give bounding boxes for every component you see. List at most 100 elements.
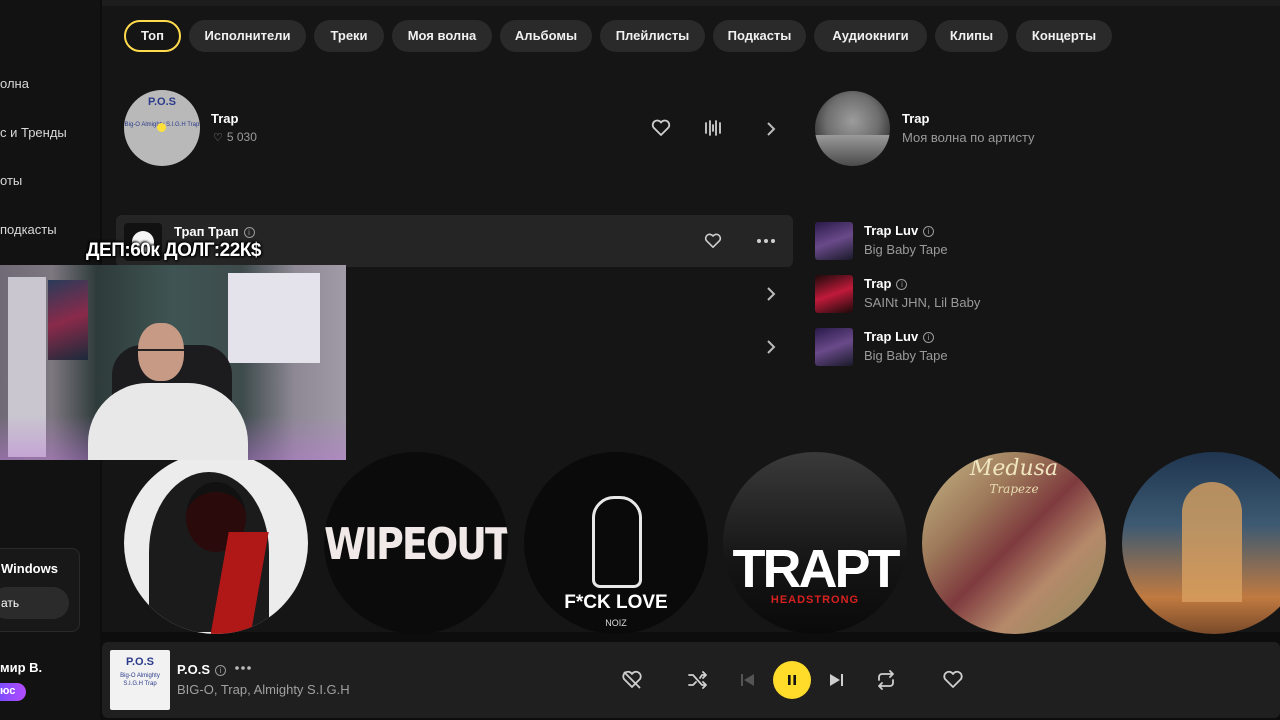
skip-back-icon xyxy=(741,674,754,686)
chevron-right-icon[interactable] xyxy=(763,121,779,137)
webcam-person xyxy=(88,383,248,460)
player-cover-title: P.O.S xyxy=(126,656,154,668)
webcam-poster xyxy=(48,280,88,360)
artist-wave-button[interactable] xyxy=(700,115,726,141)
wave-title[interactable]: Trap xyxy=(902,111,929,126)
like-button[interactable] xyxy=(941,668,965,692)
player-more-button[interactable] xyxy=(234,658,252,676)
chevron-right-icon[interactable] xyxy=(763,339,779,355)
explicit-info-icon: i xyxy=(215,665,227,676)
pause-icon xyxy=(788,675,796,685)
heart-icon xyxy=(943,670,963,688)
wave-cover[interactable] xyxy=(815,91,890,166)
track-cover[interactable] xyxy=(815,328,853,366)
promo-title: Windows xyxy=(1,561,58,576)
webcam-window xyxy=(228,273,320,363)
explicit-info-icon: i xyxy=(923,226,935,237)
album-cover-subtitle: Trapeze xyxy=(989,482,1039,496)
chip-podcasts[interactable]: Подкасты xyxy=(713,20,806,52)
track-cover[interactable] xyxy=(815,275,853,313)
chip-artists[interactable]: Исполнители xyxy=(189,20,306,52)
album-cover-title: TRAPT xyxy=(732,539,901,599)
explicit-info-icon: i xyxy=(243,227,255,238)
pause-button[interactable] xyxy=(773,661,811,699)
shuffle-icon xyxy=(688,671,707,689)
track-title: Trap i xyxy=(864,276,908,291)
artist-cover-title: P.O.S xyxy=(148,96,176,108)
webcam-glasses xyxy=(138,349,184,357)
track-artist[interactable]: Big Baby Tape xyxy=(864,348,948,363)
search-bar-edge xyxy=(102,0,1280,6)
track-more-button[interactable] xyxy=(753,228,779,254)
chip-playlists[interactable]: Плейлисты xyxy=(600,20,705,52)
track-artist[interactable]: Big Baby Tape xyxy=(864,242,948,257)
artist-name[interactable]: Trap xyxy=(211,111,238,126)
list-item[interactable]: Trap Luv i Big Baby Tape xyxy=(815,328,1235,366)
explicit-info-icon: i xyxy=(896,279,908,290)
album-cover-title: WIPEOUT xyxy=(324,518,508,570)
album-cover-title: Medusa xyxy=(969,456,1059,481)
track-cover[interactable] xyxy=(815,222,853,260)
heart-icon xyxy=(651,119,671,136)
windows-promo: Windows ать xyxy=(0,548,80,632)
wave-subtitle: Моя волна по артисту xyxy=(902,130,1035,145)
track-title: Трап Трап i xyxy=(174,224,255,239)
track-title-text: Trap Luv xyxy=(864,329,919,344)
track-title-text: Trap xyxy=(864,276,892,291)
chip-my-wave[interactable]: Моя волна xyxy=(392,20,492,52)
list-item[interactable]: Trap i SAINt JHN, Lil Baby xyxy=(815,275,1235,313)
artist-cover[interactable]: P.O.S Big-O Almighty S.I.G.H Trap xyxy=(124,90,200,166)
webcam-overlay xyxy=(0,265,346,460)
sidebar-item-trends[interactable]: с и Тренды xyxy=(0,125,67,140)
artist-likes-count: 5 030 xyxy=(226,130,257,144)
heart-icon xyxy=(704,233,722,249)
like-artist-button[interactable] xyxy=(648,115,674,141)
repeat-icon xyxy=(878,670,894,690)
previous-button[interactable] xyxy=(736,668,760,692)
dislike-button[interactable] xyxy=(620,668,644,692)
explicit-info-icon: i xyxy=(923,332,935,343)
artist-card[interactable]: TRAPT HEADSTRONG xyxy=(723,452,907,634)
track-artist[interactable]: SAINt JHN, Lil Baby xyxy=(864,295,980,310)
player-bar: P.O.S Big-O Almighty S.I.G.H Trap P.O.S i… xyxy=(102,642,1280,718)
mosque-art xyxy=(1182,482,1242,602)
chip-concerts[interactable]: Концерты xyxy=(1016,20,1112,52)
list-item[interactable]: Trap Luv i Big Baby Tape xyxy=(815,222,1235,260)
track-title-text: Trap Luv xyxy=(864,223,919,238)
next-button[interactable] xyxy=(824,668,848,692)
promo-download-button[interactable]: ать xyxy=(0,587,69,619)
chip-albums[interactable]: Альбомы xyxy=(500,20,592,52)
player-title-text[interactable]: P.O.S xyxy=(177,662,210,677)
user-name[interactable]: мир В. xyxy=(0,660,42,675)
plus-badge: юс xyxy=(0,683,26,701)
track-title: Trap Luv i xyxy=(864,329,935,344)
player-cover-subtitle: Big-O Almighty S.I.G.H Trap xyxy=(120,673,160,687)
cursor-dot xyxy=(157,123,166,132)
chip-tracks[interactable]: Треки xyxy=(314,20,384,52)
player-title: P.O.S i xyxy=(177,662,227,677)
chip-clips[interactable]: Клипы xyxy=(935,20,1008,52)
track-title: Trap Luv i xyxy=(864,223,935,238)
more-icon xyxy=(757,239,775,243)
chevron-right-icon[interactable] xyxy=(763,286,779,302)
track-title-text: Трап Трап xyxy=(174,224,239,239)
artist-likes: ♡ 5 030 xyxy=(213,130,257,144)
repeat-button[interactable] xyxy=(874,668,898,692)
sidebar-item-charts[interactable]: оты xyxy=(0,173,22,188)
sidebar-item-podcasts[interactable]: подкасты xyxy=(0,222,57,237)
album-card[interactable]: WIPEOUT xyxy=(324,452,508,634)
artist-card[interactable] xyxy=(124,452,308,634)
album-cover-subtitle: HEADSTRONG xyxy=(770,594,860,606)
chip-audiobooks[interactable]: Аудиокниги xyxy=(814,20,927,52)
track-like-button[interactable] xyxy=(700,228,726,254)
album-card[interactable]: F*CK LOVE NOIZ xyxy=(524,452,708,634)
chip-top[interactable]: Топ xyxy=(124,20,181,52)
skeleton-art xyxy=(592,496,642,588)
sidebar-item-wave[interactable]: олна xyxy=(0,76,29,91)
player-cover[interactable]: P.O.S Big-O Almighty S.I.G.H Trap xyxy=(110,650,170,710)
shuffle-button[interactable] xyxy=(686,668,710,692)
player-artists[interactable]: BIG-O, Trap, Almighty S.I.G.H xyxy=(177,682,350,697)
album-cover-artist: NOIZ xyxy=(605,618,627,628)
album-card[interactable]: Medusa Trapeze xyxy=(922,452,1106,634)
skip-forward-icon xyxy=(830,674,843,686)
